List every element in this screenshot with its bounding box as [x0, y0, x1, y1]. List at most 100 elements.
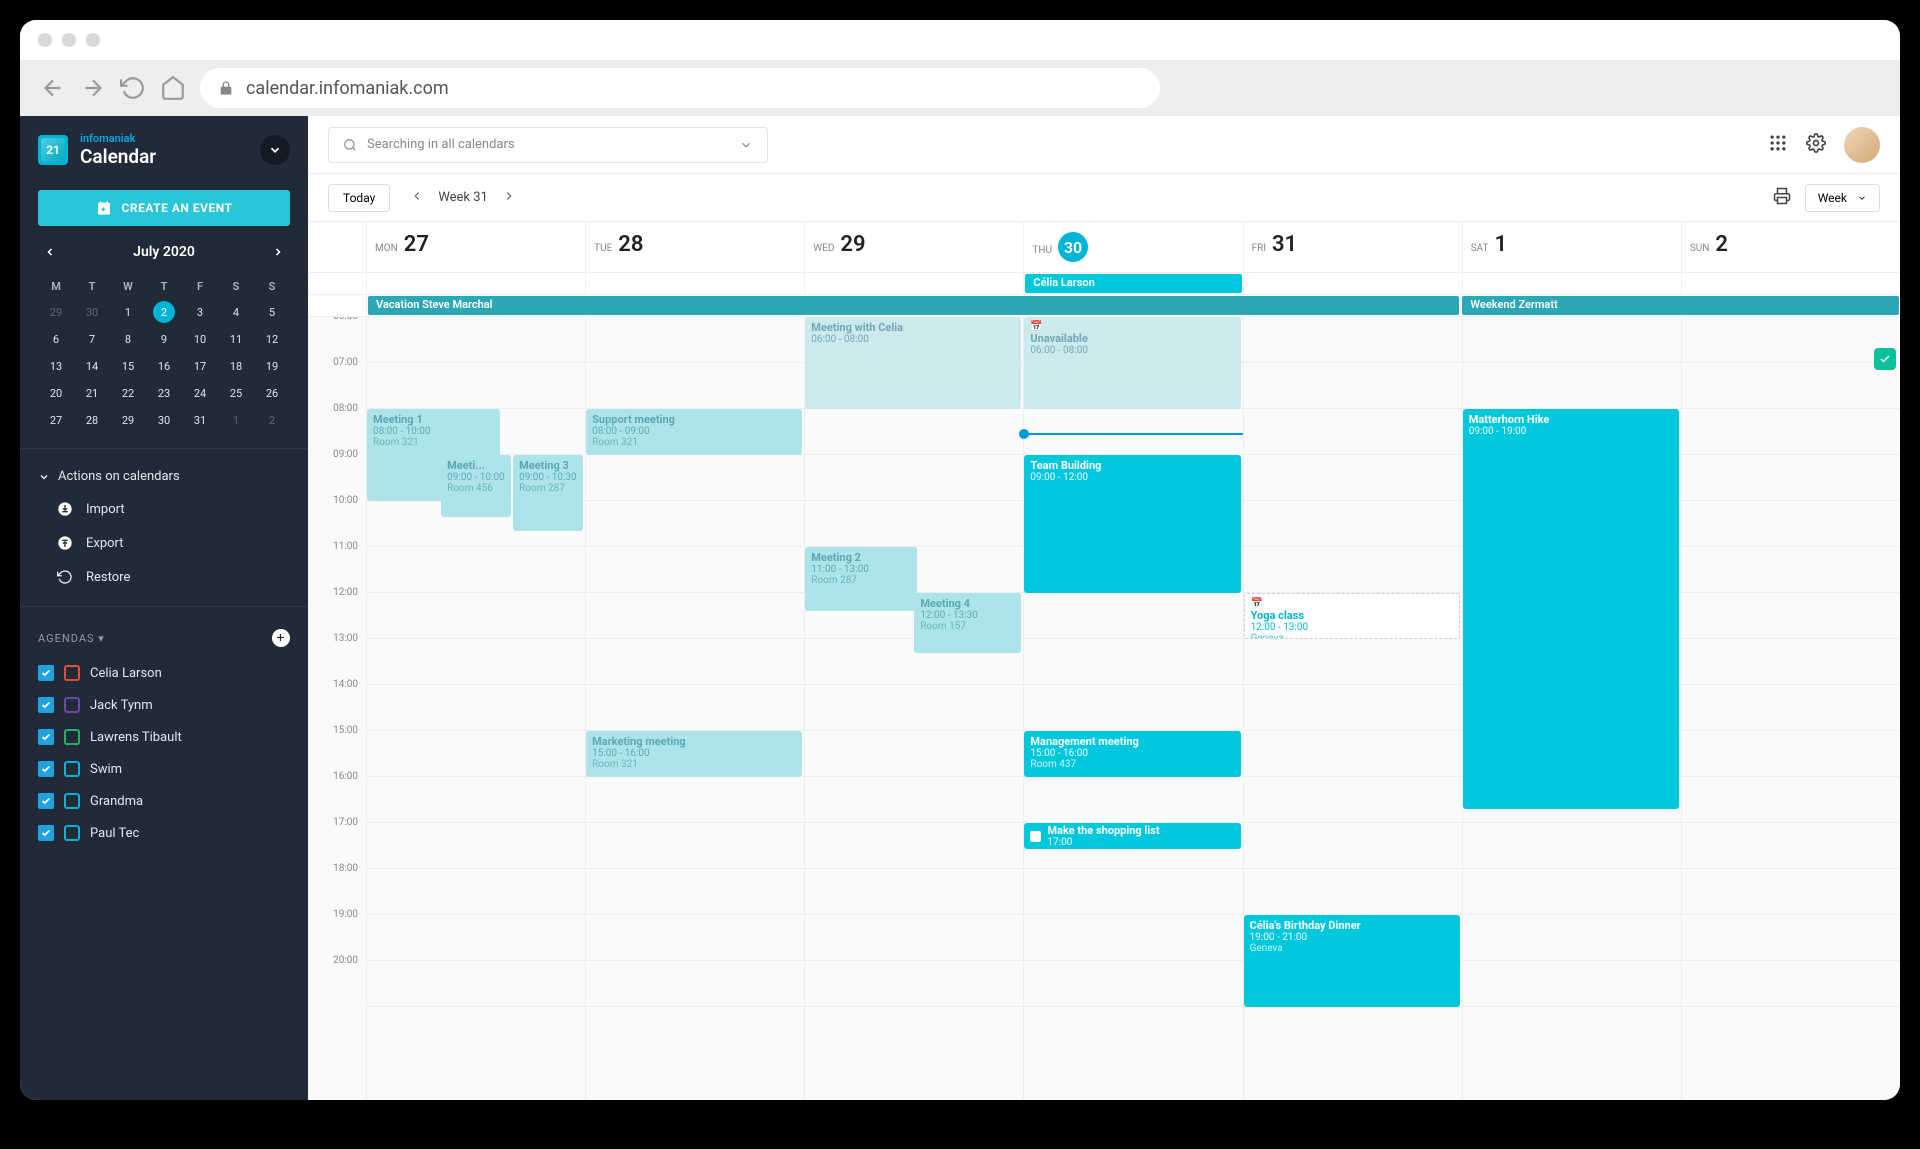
checkbox[interactable] — [38, 761, 54, 777]
task-checkbox-icon[interactable] — [1030, 831, 1041, 842]
search-input[interactable]: Searching in all calendars — [328, 127, 768, 163]
allday-event[interactable]: Célia Larson — [1025, 274, 1241, 293]
mini-cal-day[interactable]: 30 — [146, 407, 182, 434]
day-header[interactable]: MON27 — [366, 222, 585, 272]
today-button[interactable]: Today — [328, 184, 390, 212]
mini-cal-day[interactable]: 24 — [182, 380, 218, 407]
create-event-button[interactable]: CREATE AN EVENT — [38, 190, 290, 226]
day-column[interactable]: Support meeting08:00 - 09:00Room 321 Mark… — [585, 317, 804, 1100]
add-agenda-button[interactable]: + — [272, 629, 290, 647]
mini-cal-day[interactable]: 7 — [74, 326, 110, 353]
calendar-event[interactable]: Célia's Birthday Dinner19:00 - 21:00Gene… — [1244, 915, 1460, 1007]
sidebar-toggle[interactable] — [260, 135, 290, 165]
mini-cal-day[interactable]: 29 — [38, 299, 74, 326]
print-icon[interactable] — [1773, 187, 1791, 209]
day-column[interactable]: Matterhorn Hike09:00 - 19:00 — [1462, 317, 1681, 1100]
mini-cal-day[interactable]: 20 — [38, 380, 74, 407]
mini-cal-day[interactable]: 6 — [38, 326, 74, 353]
checkbox[interactable] — [38, 793, 54, 809]
mini-cal-day[interactable]: 2 — [153, 301, 175, 323]
mini-cal-day[interactable]: 8 — [110, 326, 146, 353]
mini-cal-day[interactable]: 30 — [74, 299, 110, 326]
calendar-event[interactable]: Meeting with Celia06:00 - 08:00 — [805, 317, 1021, 409]
close-dot[interactable] — [38, 33, 52, 47]
mini-cal-day[interactable]: 5 — [254, 299, 290, 326]
day-header[interactable]: FRI31 — [1243, 222, 1462, 272]
mini-cal-day[interactable]: 31 — [182, 407, 218, 434]
mini-cal-day[interactable]: 11 — [218, 326, 254, 353]
checkbox[interactable] — [38, 729, 54, 745]
action-restore[interactable]: Restore — [20, 560, 308, 594]
agenda-item[interactable]: Jack Tynm — [20, 689, 308, 721]
reload-icon[interactable] — [120, 75, 146, 101]
mini-cal-day[interactable]: 2 — [254, 407, 290, 434]
mini-cal-day[interactable]: 23 — [146, 380, 182, 407]
calendar-event[interactable]: 📅 Unavailable06:00 - 08:00 — [1024, 317, 1240, 409]
calendar-event[interactable]: Management meeting15:00 - 16:00Room 437 — [1024, 731, 1240, 777]
mini-cal-day[interactable]: 17 — [182, 353, 218, 380]
day-header[interactable]: SUN2 — [1681, 222, 1900, 272]
mini-cal-day[interactable]: 22 — [110, 380, 146, 407]
calendar-event[interactable]: Team Building09:00 - 12:00 — [1024, 455, 1240, 593]
action-import[interactable]: Import — [20, 492, 308, 526]
mini-cal-day[interactable]: 19 — [254, 353, 290, 380]
mini-cal-day[interactable]: 1 — [218, 407, 254, 434]
calendar-grid[interactable]: 06:0007:0008:0009:0010:0011:0012:0013:00… — [308, 317, 1900, 1100]
gear-icon[interactable] — [1806, 133, 1826, 157]
calendar-event[interactable]: Make the shopping list17:00 — [1024, 823, 1240, 849]
back-icon[interactable] — [40, 75, 66, 101]
day-header[interactable]: TUE28 — [585, 222, 804, 272]
allday-event[interactable]: Vacation Steve Marchal — [368, 296, 1459, 315]
view-select[interactable]: Week — [1805, 184, 1880, 212]
mini-cal-day[interactable]: 13 — [38, 353, 74, 380]
mini-cal-day[interactable]: 27 — [38, 407, 74, 434]
calendar-event[interactable]: Meeting 412:00 - 13:30Room 157 — [914, 593, 1021, 653]
checkbox[interactable] — [38, 697, 54, 713]
agenda-item[interactable]: Swim — [20, 753, 308, 785]
actions-toggle[interactable]: Actions on calendars — [20, 461, 308, 492]
agenda-item[interactable]: Lawrens Tibault — [20, 721, 308, 753]
mini-cal-day[interactable]: 1 — [110, 299, 146, 326]
mini-cal-day[interactable]: 28 — [74, 407, 110, 434]
calendar-event[interactable]: Support meeting08:00 - 09:00Room 321 — [586, 409, 802, 455]
calendar-event[interactable]: Meeti...09:00 - 10:00Room 456 — [441, 455, 511, 517]
mini-cal-day[interactable]: 29 — [110, 407, 146, 434]
mini-cal-day[interactable]: 15 — [110, 353, 146, 380]
mini-cal-day[interactable]: 21 — [74, 380, 110, 407]
home-icon[interactable] — [160, 75, 186, 101]
mini-cal-day[interactable]: 10 — [182, 326, 218, 353]
mini-cal-day[interactable]: 16 — [146, 353, 182, 380]
mini-cal-day[interactable]: 14 — [74, 353, 110, 380]
day-header[interactable]: SAT1 — [1462, 222, 1681, 272]
checkbox[interactable] — [38, 665, 54, 681]
day-column[interactable]: Meeting with Celia06:00 - 08:00 Meeting 2… — [804, 317, 1023, 1100]
agenda-item[interactable]: Paul Tec — [20, 817, 308, 849]
next-week-button[interactable] — [502, 188, 516, 207]
maximize-dot[interactable] — [86, 33, 100, 47]
calendar-event[interactable]: 📅 Yoga class12:00 - 13:00Geneva — [1244, 593, 1460, 639]
forward-icon[interactable] — [80, 75, 106, 101]
day-column[interactable] — [1681, 317, 1900, 1100]
day-header[interactable]: WED29 — [804, 222, 1023, 272]
calendar-event[interactable]: Meeting 309:00 - 10:30Room 287 — [513, 455, 583, 531]
prev-week-button[interactable] — [410, 188, 424, 207]
action-export[interactable]: Export — [20, 526, 308, 560]
side-badge[interactable] — [1874, 348, 1896, 370]
next-month-button[interactable] — [266, 240, 290, 264]
day-column[interactable]: 📅 Yoga class12:00 - 13:00Geneva Célia's B… — [1243, 317, 1462, 1100]
address-bar[interactable]: calendar.infomaniak.com — [200, 68, 1160, 108]
mini-cal-day[interactable]: 25 — [218, 380, 254, 407]
day-column[interactable]: 📅 Unavailable06:00 - 08:00 Team Building0… — [1023, 317, 1242, 1100]
allday-event[interactable]: Weekend Zermatt — [1462, 296, 1899, 315]
avatar[interactable] — [1844, 127, 1880, 163]
agenda-item[interactable]: Grandma — [20, 785, 308, 817]
mini-cal-day[interactable]: 12 — [254, 326, 290, 353]
minimize-dot[interactable] — [62, 33, 76, 47]
day-column[interactable]: Meeting 108:00 - 10:00Room 321Meeti...09… — [366, 317, 585, 1100]
mini-cal-day[interactable]: 9 — [146, 326, 182, 353]
mini-cal-day[interactable]: 26 — [254, 380, 290, 407]
calendar-event[interactable]: Marketing meeting15:00 - 16:00Room 321 — [586, 731, 802, 777]
calendar-event[interactable]: Meeting 211:00 - 13:00Room 287 — [805, 547, 916, 611]
agenda-item[interactable]: Celia Larson — [20, 657, 308, 689]
checkbox[interactable] — [38, 825, 54, 841]
